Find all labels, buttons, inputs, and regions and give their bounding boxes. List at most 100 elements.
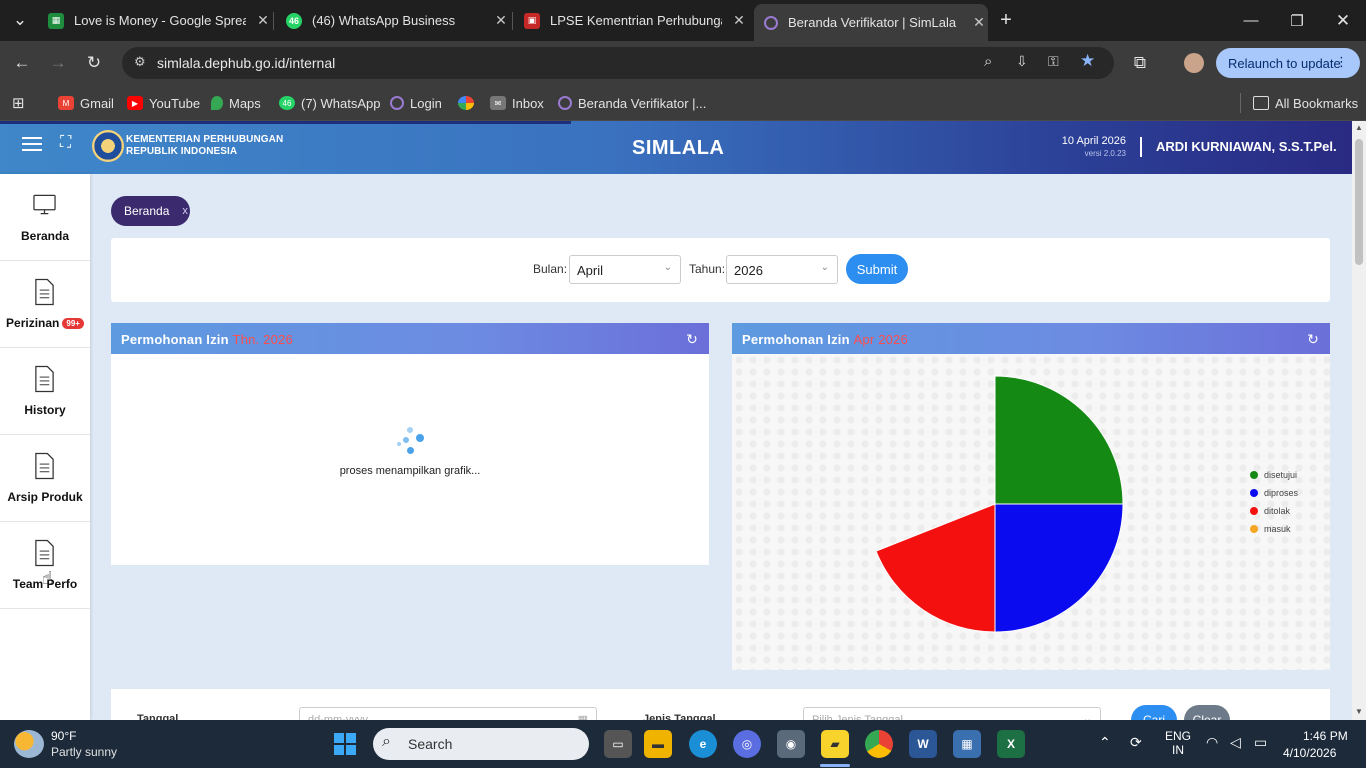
word-icon[interactable]: W [909,730,937,758]
sidebar-item-perizinan[interactable]: Perizinan 99+ [0,261,90,348]
folder-icon [1253,96,1269,110]
pie-slice-disetujui[interactable] [994,375,1124,505]
excel-icon[interactable]: X [997,730,1025,758]
tab-simlala[interactable]: Beranda Verifikator | SimLala ✕ [754,4,988,41]
close-icon[interactable]: x [182,205,188,217]
bookmark-youtube[interactable]: ▶ YouTube [127,93,200,113]
sidebar-item-beranda[interactable]: Beranda [0,174,90,261]
bookmark-whatsapp[interactable]: 46 (7) WhatsApp [279,93,380,113]
close-icon[interactable]: ✕ [254,12,272,29]
sheets-icon: ▦ [48,12,64,29]
relaunch-button[interactable]: Relaunch to update ⋮ [1216,48,1360,78]
bookmark-inbox[interactable]: ✉ Inbox [490,93,544,113]
tab-google-sheets[interactable]: ▦ Love is Money - Google Spread ✕ [38,0,272,41]
relaunch-label: Relaunch to update [1228,55,1341,71]
sidebar-item-label: Arsip Produk [7,490,83,504]
reload-icon[interactable]: ↻ [80,49,108,77]
close-icon[interactable]: ✕ [492,12,510,29]
pie-slice-ditolak[interactable] [875,503,996,633]
clock-time[interactable]: 1:46 PM [1303,729,1348,743]
chevron-up-icon[interactable]: ⌃ [1099,734,1111,751]
weather-icon[interactable] [14,730,44,758]
bookmark-star-icon[interactable]: ★ [1080,51,1095,71]
submit-button[interactable]: Submit [846,254,908,284]
bookmark-label: (7) WhatsApp [301,95,381,111]
document-icon [35,278,54,306]
address-bar[interactable]: ⚙ simlala.dephub.go.id/internal ⌕ ⇩ ⚿ ★ [122,47,1114,79]
maximize-icon[interactable]: ❐ [1274,0,1320,41]
site-info-icon[interactable]: ⚙ [134,54,146,70]
tab-search-chevron-icon[interactable]: ⌄ [6,6,34,34]
battery-icon[interactable]: ▭ [1254,734,1267,751]
taskbar-search[interactable]: ⌕ Search [373,728,589,760]
sidebar-item-arsip-produk[interactable]: Arsip Produk [0,435,90,522]
volume-icon[interactable]: ◁ [1230,734,1241,751]
pie-slice-diproses[interactable] [994,503,1124,633]
document-icon [35,365,54,393]
legend-item-disetujui[interactable]: disetujui [1250,468,1297,482]
fullscreen-icon[interactable]: ⛶ [60,134,71,152]
sync-icon[interactable]: ⟳ [1130,734,1142,751]
camera-icon[interactable]: ◉ [777,730,805,758]
back-icon[interactable]: ← [8,49,36,77]
bookmark-label: All Bookmarks [1275,95,1359,111]
profile-avatar[interactable] [1180,49,1208,77]
tab-title: Beranda Verifikator | SimLala [788,15,957,30]
sticky-notes-icon[interactable]: ▰ [821,730,849,758]
all-bookmarks[interactable]: All Bookmarks [1240,93,1358,113]
chrome-icon[interactable] [865,730,893,758]
tab-title: Love is Money - Google Spread [74,13,246,28]
sidebar-item-team-performance[interactable]: Team Perfo [0,522,90,609]
scroll-down-icon[interactable]: ▼ [1355,707,1363,716]
close-icon[interactable]: ✕ [730,12,748,29]
refresh-icon[interactable]: ↻ [1307,331,1319,348]
tab-whatsapp-business[interactable]: 46 (46) WhatsApp Business ✕ [276,0,510,41]
maps-icon [211,96,223,110]
legend-item-ditolak[interactable]: ditolak [1250,504,1290,518]
minimize-icon[interactable]: — [1228,0,1274,41]
panel-period: Apr 2026 [853,332,908,347]
apps-grid-icon[interactable]: ⊞ [12,93,25,113]
hamburger-menu-icon[interactable] [22,137,42,151]
user-name[interactable]: ARDI KURNIAWAN, S.S.T.Pel. [1156,139,1337,154]
url-text: simlala.dephub.go.id/internal [157,55,336,71]
password-key-icon[interactable]: ⚿ [1048,53,1059,70]
panel-period: Thn. 2026 [232,332,293,347]
legend-item-diproses[interactable]: diproses [1250,486,1298,500]
legend-item-masuk[interactable]: masuk [1250,522,1291,536]
copilot-icon[interactable]: ◎ [733,730,761,758]
bookmark-login[interactable]: Login [390,93,442,113]
refresh-icon[interactable]: ↻ [686,331,698,348]
sidebar-item-history[interactable]: History [0,348,90,435]
windows-start-icon[interactable] [334,733,356,755]
tab-separator [273,12,274,30]
bookmark-pinwheel[interactable] [458,93,480,113]
wifi-icon[interactable]: ◠ [1206,734,1218,751]
zoom-icon[interactable]: ⌕ [984,53,992,70]
task-view-icon[interactable]: ▭ [604,730,632,758]
bookmark-label: Maps [229,95,261,111]
bookmark-beranda[interactable]: Beranda Verifikator |... [558,93,706,113]
scrollbar-thumb[interactable] [1355,139,1363,265]
tab-lpse[interactable]: ▣ LPSE Kementrian Perhubungan ✕ [514,0,748,41]
new-tab-icon[interactable]: + [992,6,1020,34]
tahun-select[interactable]: 2026 ⌄ [726,255,838,284]
globe-icon [764,15,778,30]
page-scrollbar[interactable]: ▲ ▼ [1352,121,1366,720]
file-explorer-icon[interactable]: ▬ [644,730,672,758]
bookmark-gmail[interactable]: M Gmail [58,93,114,113]
extensions-icon[interactable]: ⧉ [1126,49,1154,77]
install-app-icon[interactable]: ⇩ [1016,53,1028,70]
window-close-icon[interactable]: ✕ [1320,0,1366,41]
bulan-select[interactable]: April ⌄ [569,255,681,284]
breadcrumb-tab-beranda[interactable]: Beranda x [111,196,190,226]
scroll-up-icon[interactable]: ▲ [1355,123,1363,132]
calculator-icon[interactable]: ▦ [953,730,981,758]
clock-date[interactable]: 4/10/2026 [1283,746,1336,760]
menu-kebab-icon[interactable]: ⋮ [1335,54,1348,70]
language-indicator[interactable]: ENG IN [1165,729,1191,757]
bookmark-maps[interactable]: Maps [211,93,261,113]
edge-icon[interactable]: e [689,730,717,758]
forward-icon[interactable]: → [44,49,72,77]
close-icon[interactable]: ✕ [970,14,988,31]
